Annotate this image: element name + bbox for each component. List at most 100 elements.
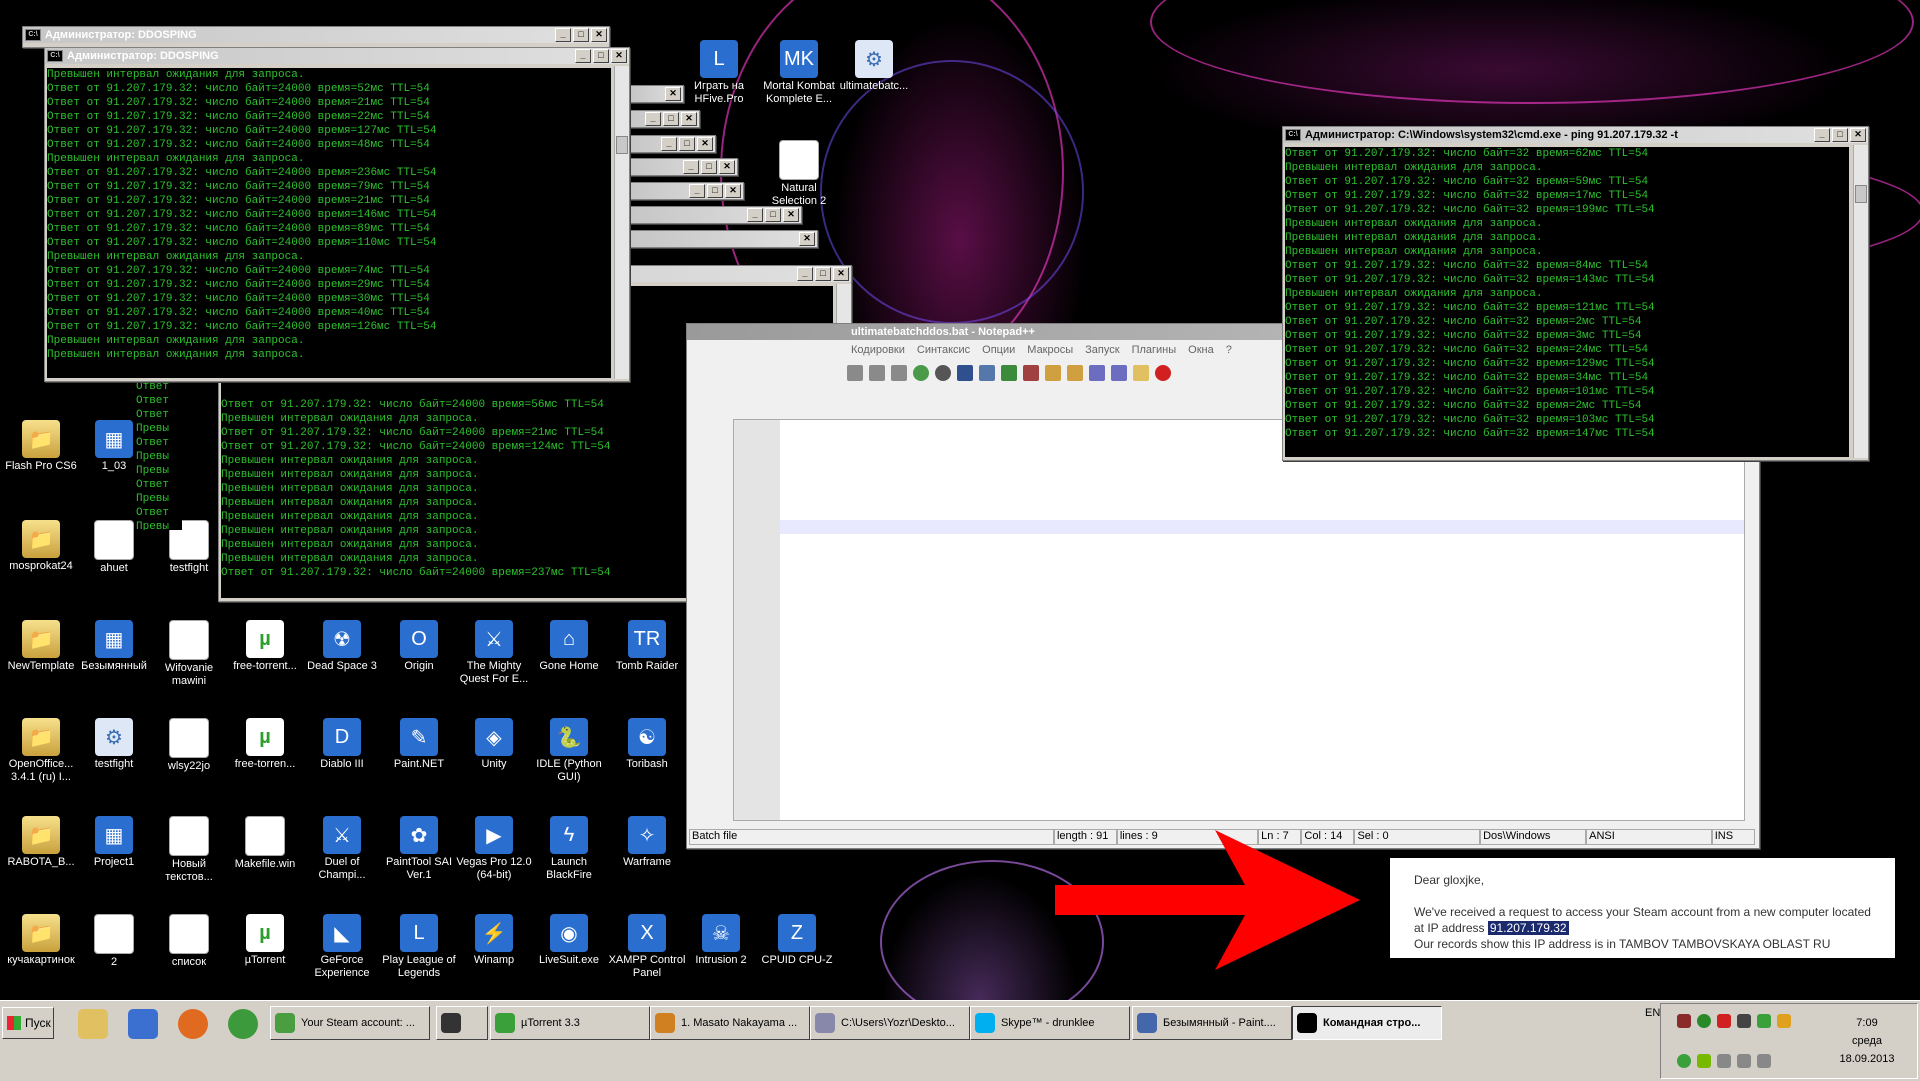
flag-icon[interactable] (1717, 1054, 1731, 1068)
doc-map-icon[interactable] (1133, 365, 1149, 381)
stacked-window-titlebar[interactable]: _ □ ✕ (630, 135, 716, 153)
minimize-button[interactable]: _ (645, 112, 661, 126)
desktop-icon[interactable]: µ free-torren... (226, 718, 304, 771)
close-button[interactable]: ✕ (697, 137, 713, 151)
copy-icon[interactable] (869, 365, 885, 381)
minimize-button[interactable]: _ (661, 137, 677, 151)
desktop-icon[interactable]: ⚡ Winamp (455, 914, 533, 967)
close-button[interactable]: ✕ (591, 28, 607, 42)
stacked-window-titlebar[interactable]: _ □ ✕ (630, 206, 802, 224)
taskbar-button[interactable]: Your Steam account: ... (270, 1006, 430, 1040)
maximize-button[interactable]: □ (707, 184, 723, 198)
cmd-front-scrollbar[interactable] (614, 66, 629, 379)
desktop-icon[interactable]: L Играть на HFive.Pro (680, 40, 758, 106)
desktop-icon[interactable]: 📁 OpenOffice... 3.4.1 (ru) I... (2, 718, 80, 784)
taskbar-button[interactable] (436, 1006, 488, 1040)
menu-item[interactable]: Запуск (1085, 344, 1119, 360)
record-macro-icon[interactable] (1155, 365, 1171, 381)
paste-icon[interactable] (891, 365, 907, 381)
maximize-button[interactable]: □ (701, 160, 717, 174)
cmd-back-titlebar[interactable]: C:\ Администратор: DDOSPING _ □ ✕ (23, 27, 609, 43)
close-button[interactable]: ✕ (833, 267, 849, 281)
language-indicator[interactable]: EN (1645, 1007, 1660, 1019)
desktop-icon[interactable]: ▤ Новый текстов... (150, 816, 228, 884)
desktop-icon[interactable]: ▤ wlsy22jo (150, 718, 228, 773)
firefox-icon[interactable] (178, 1009, 208, 1039)
indent-guide-icon[interactable] (1111, 365, 1127, 381)
desktop-icon[interactable]: ☯ Toribash (608, 718, 686, 771)
cmd-window-ddosping-back[interactable]: C:\ Администратор: DDOSPING _ □ ✕ (22, 26, 610, 48)
menu-item[interactable]: Синтаксис (917, 344, 970, 360)
taskbar-button[interactable]: µTorrent 3.3 (490, 1006, 650, 1040)
menu-item[interactable]: ? (1226, 344, 1232, 360)
undo-icon[interactable] (913, 365, 929, 381)
desktop-icon[interactable]: 📁 mosprokat24 (2, 520, 80, 573)
desktop-icon[interactable]: ⌂ Gone Home (530, 620, 608, 673)
notepadpp-editor[interactable] (733, 419, 1745, 821)
minimize-button[interactable]: _ (797, 267, 813, 281)
desktop-icon[interactable]: D Diablo III (303, 718, 381, 771)
desktop-icon[interactable]: ▦ Безымянный (75, 620, 153, 673)
desktop-icon[interactable]: TR Tomb Raider (608, 620, 686, 673)
desktop-icon[interactable]: ☢ Dead Space 3 (303, 620, 381, 673)
wrap-icon[interactable] (1067, 365, 1083, 381)
desktop-icon[interactable]: 🐍 IDLE (Python GUI) (530, 718, 608, 784)
utorrent-tray-icon[interactable] (1757, 1014, 1771, 1028)
close-button[interactable]: ✕ (719, 160, 735, 174)
stacked-window-titlebar[interactable]: ✕ (630, 85, 684, 103)
zoom-out-icon[interactable] (1023, 365, 1039, 381)
maximize-button[interactable]: □ (573, 28, 589, 42)
stacked-window-titlebar[interactable]: _ □ ✕ (630, 110, 700, 128)
stacked-window-titlebar[interactable]: _ □ ✕ (630, 158, 738, 176)
scroll-thumb[interactable] (1855, 185, 1867, 203)
cmd-ping-titlebar[interactable]: C:\ Администратор: C:\Windows\system32\c… (1283, 127, 1868, 143)
desktop-icon[interactable]: 📁 кучакартинок (2, 914, 80, 967)
desktop-icon[interactable]: µ µTorrent (226, 914, 304, 967)
close-button[interactable]: ✕ (783, 208, 799, 222)
desktop-icon[interactable]: X XAMPP Control Panel (608, 914, 686, 980)
desktop-icon[interactable]: ✎ Paint.NET (380, 718, 458, 771)
menu-item[interactable]: Плагины (1132, 344, 1177, 360)
desktop-icon[interactable]: O Origin (380, 620, 458, 673)
maximize-button[interactable]: □ (1832, 128, 1848, 142)
explorer-icon[interactable] (78, 1009, 108, 1039)
stacked-window-titlebar[interactable]: ✕ (630, 230, 818, 248)
close-button[interactable]: ✕ (665, 87, 681, 101)
cmd-window-ddosping-front[interactable]: C:\ Администратор: DDOSPING _ □ ✕ Превыш… (44, 47, 630, 382)
maximize-button[interactable]: □ (815, 267, 831, 281)
desktop-icon[interactable]: ▭ Natural Selection 2 (760, 140, 838, 208)
minimize-button[interactable]: _ (683, 160, 699, 174)
desktop-icon[interactable]: µ free-torrent... (226, 620, 304, 673)
desktop-icon[interactable]: ◉ LiveSuit.exe (530, 914, 608, 967)
desktop-icon[interactable]: Z CPUID CPU-Z (758, 914, 836, 967)
minimize-button[interactable]: _ (1814, 128, 1830, 142)
desktop-icon[interactable]: ⚙ ultimatebatc... (835, 40, 913, 93)
desktop-icon[interactable]: ▦ Project1 (75, 816, 153, 869)
scroll-thumb[interactable] (616, 136, 628, 154)
close-button[interactable]: ✕ (725, 184, 741, 198)
desktop-icon[interactable]: 📁 NewTemplate (2, 620, 80, 673)
taskbar-button[interactable]: Безымянный - Paint.... (1132, 1006, 1292, 1040)
minimize-button[interactable]: _ (747, 208, 763, 222)
desktop-icon[interactable]: ▭ Makefile.win (226, 816, 304, 871)
find-icon[interactable] (957, 365, 973, 381)
zoom-in-icon[interactable] (1001, 365, 1017, 381)
desktop-icon[interactable]: 📁 RABOTA_B... (2, 816, 80, 869)
close-button[interactable]: ✕ (799, 232, 815, 246)
desktop-icon[interactable]: ✧ Warframe (608, 816, 686, 869)
media-player-icon[interactable] (128, 1009, 158, 1039)
desktop-icon[interactable]: MK Mortal Kombat Komplete E... (760, 40, 838, 106)
redo-icon[interactable] (935, 365, 951, 381)
desktop-icon[interactable]: ⚙ testfight (75, 718, 153, 771)
cut-icon[interactable] (847, 365, 863, 381)
taskbar-button[interactable]: Skype™ - drunklee (970, 1006, 1130, 1040)
menu-item[interactable]: Кодировки (851, 344, 905, 360)
maximize-button[interactable]: □ (765, 208, 781, 222)
stacked-window-titlebar[interactable]: _ □ ✕ (630, 182, 744, 200)
menu-item[interactable]: Макросы (1027, 344, 1073, 360)
desktop-icon[interactable]: ▤ 2 (75, 914, 153, 969)
cmd-ping-scrollbar[interactable] (1853, 145, 1868, 458)
cmd-front-titlebar[interactable]: C:\ Администратор: DDOSPING _ □ ✕ (45, 48, 629, 64)
taskbar-button[interactable]: Командная стро... (1292, 1006, 1442, 1040)
maximize-button[interactable]: □ (679, 137, 695, 151)
